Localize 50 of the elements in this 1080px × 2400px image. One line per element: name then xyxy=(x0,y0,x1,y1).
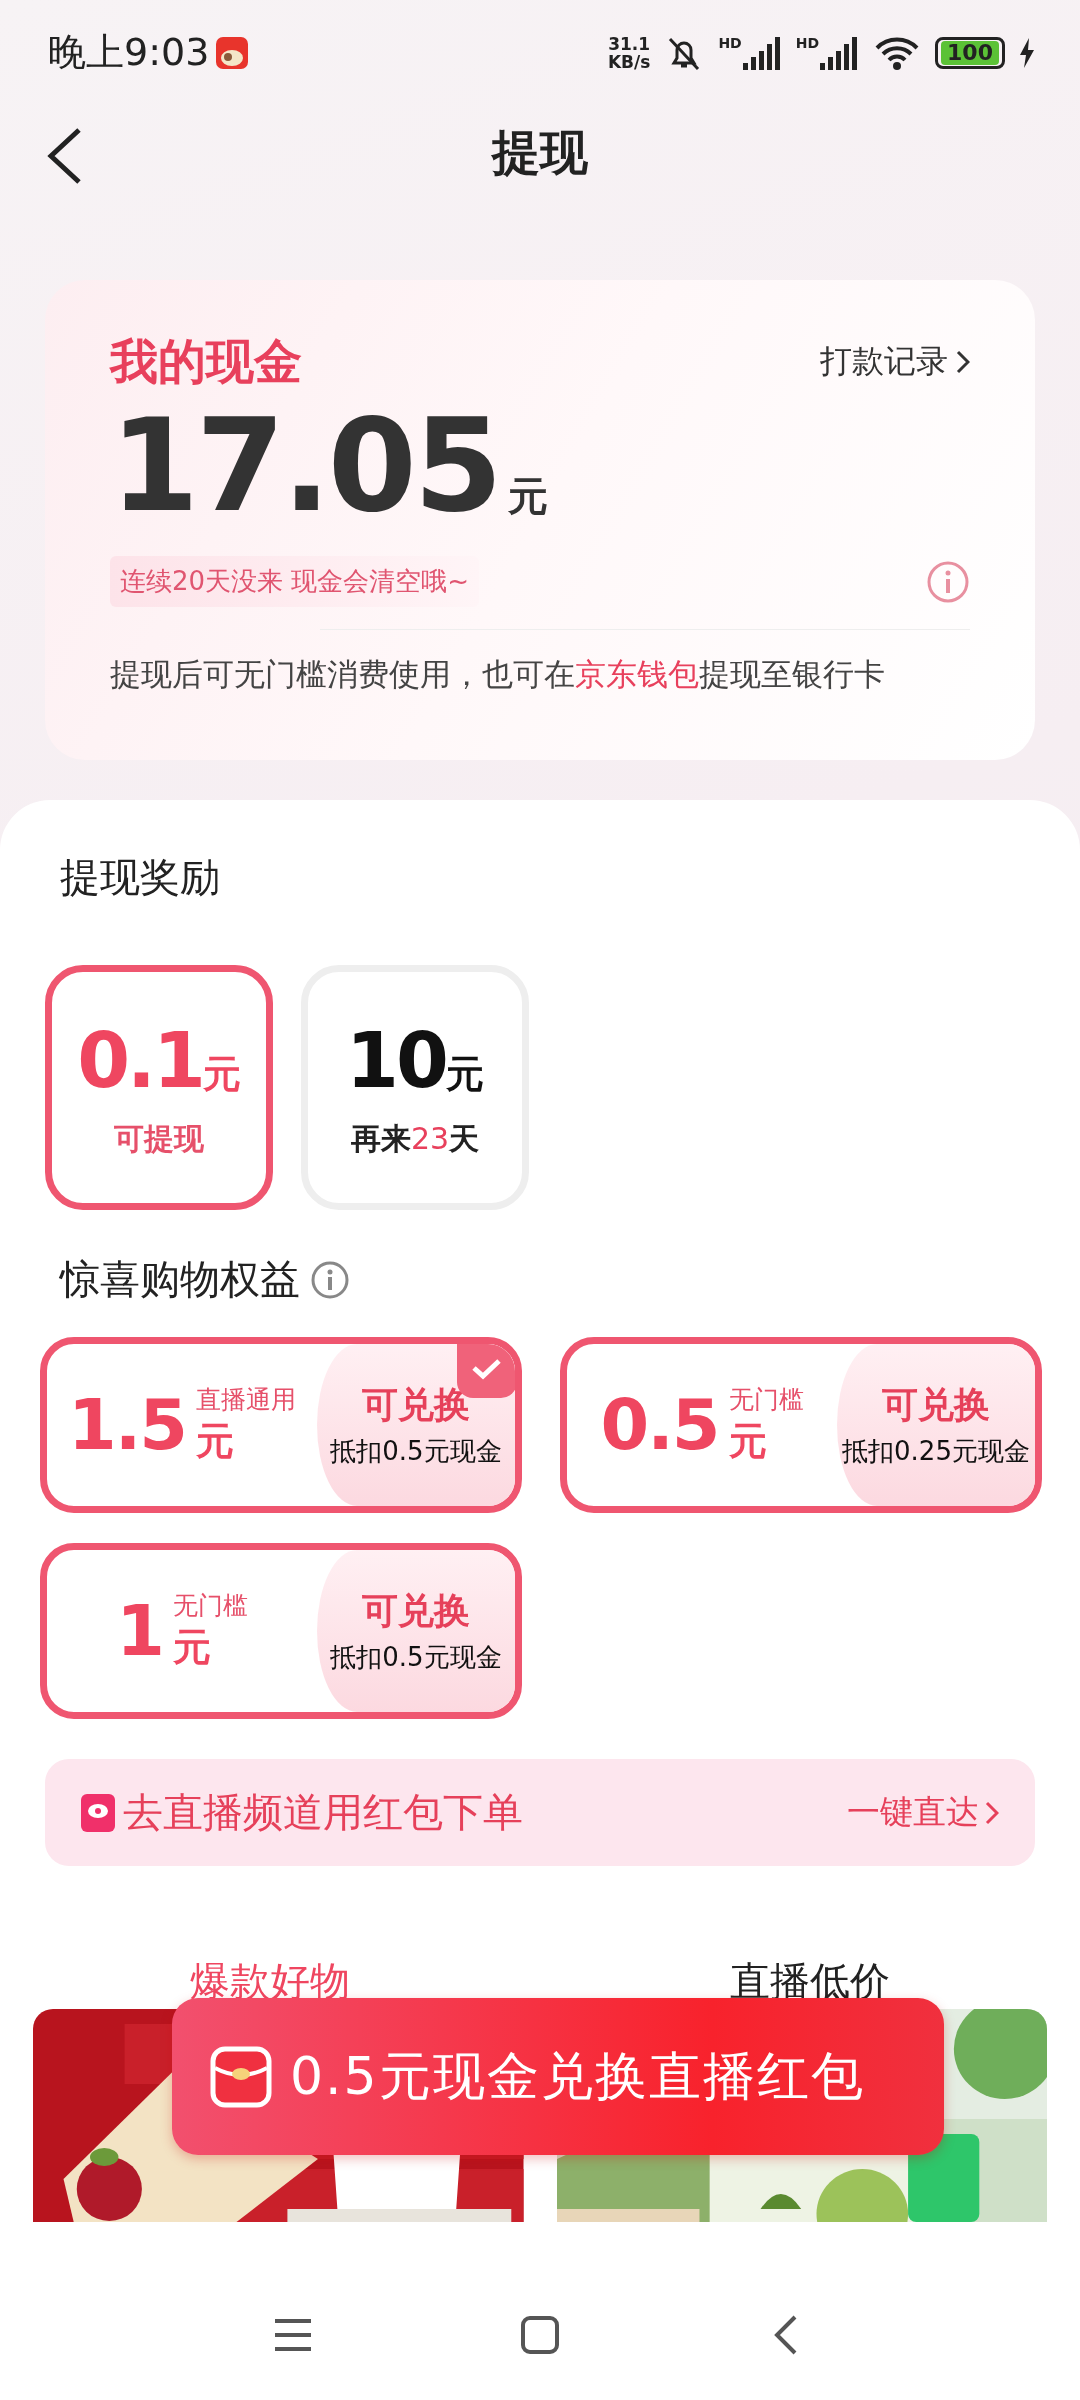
withdraw-note: 提现后可无门槛消费使用，也可在京东钱包提现至银行卡 xyxy=(110,655,886,694)
currency-unit: 元 xyxy=(196,1418,235,1465)
home-icon[interactable] xyxy=(518,2313,562,2357)
coupon-tag: 无门槛 xyxy=(172,1589,248,1622)
reward-amount: 10 xyxy=(346,1015,446,1105)
coupon-cost: 抵扣0.5元现金 xyxy=(330,1641,502,1674)
hd-label: HD xyxy=(795,34,820,51)
section-title: 惊喜购物权益 xyxy=(60,1255,300,1304)
reward-caption: 可提现 xyxy=(114,1119,204,1158)
envelope-icon xyxy=(210,2045,272,2108)
coupon-amount: 1.5 xyxy=(68,1384,186,1466)
app-notification-icon xyxy=(215,35,250,70)
reward-amount: 0.1 xyxy=(77,1015,203,1105)
currency-unit: 元 xyxy=(728,1418,768,1465)
currency-unit: 元 xyxy=(445,1051,484,1098)
reward-caption: 再来23天 xyxy=(350,1119,480,1158)
currency-unit: 元 xyxy=(507,472,548,521)
coupon-cost: 抵扣0.5元现金 xyxy=(330,1435,502,1468)
hd-label: HD xyxy=(718,34,742,51)
coupon-cost: 抵扣0.25元现金 xyxy=(842,1435,1030,1468)
banner-text: 去直播频道用红包下单 xyxy=(123,1788,523,1837)
network-speed: 31.1 KB/s xyxy=(607,34,651,71)
currency-unit: 元 xyxy=(202,1050,241,1098)
section-title: 提现奖励 xyxy=(60,853,220,902)
currency-unit: 元 xyxy=(172,1624,212,1671)
exchange-label: 可兑换 xyxy=(362,1589,470,1633)
chevron-icon xyxy=(956,350,970,374)
live-icon xyxy=(81,1793,115,1832)
coupon-amount: 1 xyxy=(116,1590,163,1672)
battery-indicator: 100 xyxy=(935,36,1005,69)
category-tab[interactable]: 直播低价 xyxy=(540,1954,1080,2009)
cash-amount: 17.05 xyxy=(110,396,500,536)
reward-tile[interactable]: 0.1元 可提现 xyxy=(45,965,273,1210)
page-title: 提现 xyxy=(492,122,588,182)
coupon-amount: 0.5 xyxy=(600,1384,719,1466)
chevron-icon xyxy=(985,1800,999,1825)
payout-record-link[interactable]: 打款记录 xyxy=(820,340,948,384)
coupon-tag: 无门槛 xyxy=(728,1383,804,1416)
reward-tile[interactable]: 10元 再来23天 xyxy=(301,965,529,1210)
wallet-link[interactable]: 京东钱包 xyxy=(575,656,699,692)
info-icon[interactable] xyxy=(310,1259,350,1300)
signal-icon xyxy=(741,34,782,71)
cash-title: 我的现金 xyxy=(110,332,302,391)
signal-icon xyxy=(819,34,860,71)
exchange-label: 可兑换 xyxy=(362,1383,470,1427)
exchange-label: 可兑换 xyxy=(882,1383,990,1427)
charging-icon xyxy=(1019,37,1035,68)
toast-text: 0.5元现金兑换直播红包 xyxy=(290,2044,865,2108)
coupon-tag: 直播通用 xyxy=(196,1383,296,1416)
clock-time: 晚上9:03 xyxy=(48,29,210,76)
